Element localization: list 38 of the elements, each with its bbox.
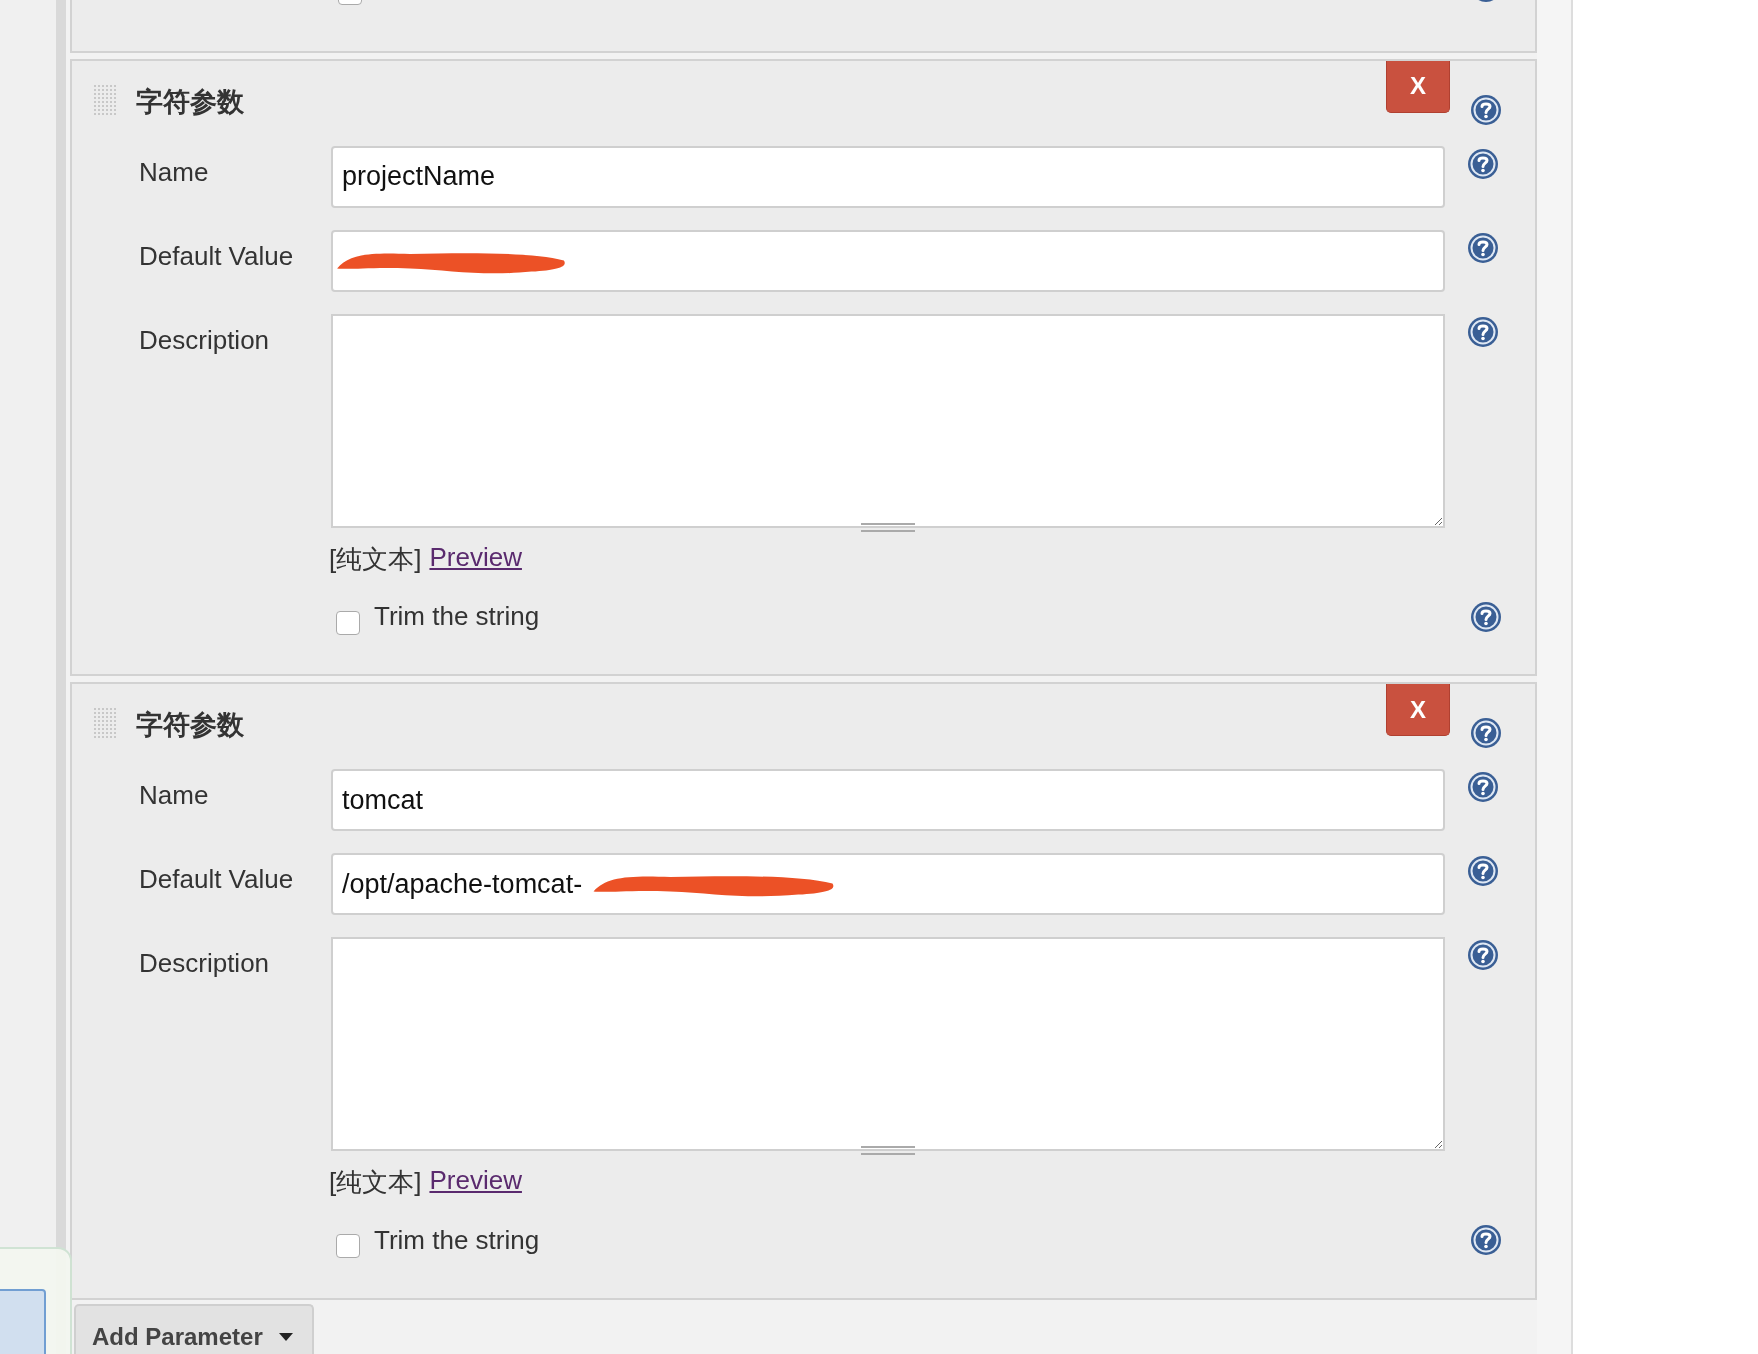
parameter-title: 字符参数 bbox=[136, 85, 244, 119]
help-icon[interactable] bbox=[1467, 771, 1499, 804]
format-label: [纯文本] bbox=[329, 542, 422, 576]
checkbox[interactable] bbox=[336, 610, 360, 635]
help-icon[interactable] bbox=[1467, 147, 1499, 180]
checkbox-label: Trim the string bbox=[374, 1224, 540, 1256]
checkbox[interactable] bbox=[336, 1234, 360, 1259]
help-icon[interactable] bbox=[1467, 939, 1499, 972]
format-label: [纯文本] bbox=[329, 1166, 422, 1200]
field-label: Description bbox=[138, 947, 271, 980]
delete-button[interactable]: X bbox=[1386, 684, 1450, 737]
caret-icon bbox=[278, 1333, 293, 1341]
field-label: Name bbox=[138, 779, 210, 812]
help-icon[interactable] bbox=[1470, 1224, 1502, 1257]
help-icon[interactable] bbox=[1467, 315, 1499, 348]
field-label: Description bbox=[138, 323, 271, 356]
parameter-title: 字符参数 bbox=[136, 709, 244, 743]
help-icon[interactable] bbox=[1470, 600, 1502, 633]
checkbox-label: Trim the string bbox=[374, 601, 540, 633]
preview-link[interactable]: Preview bbox=[429, 541, 522, 577]
description-field[interactable] bbox=[331, 937, 1445, 1152]
field-label: Name bbox=[138, 155, 210, 188]
input-field[interactable]: tomcat bbox=[331, 769, 1445, 832]
delete-button[interactable]: X bbox=[1386, 60, 1450, 113]
input-field[interactable] bbox=[331, 229, 1445, 292]
input-field[interactable]: /opt/apache-tomcat- bbox=[331, 853, 1445, 916]
help-icon[interactable] bbox=[1470, 717, 1502, 750]
help-icon[interactable] bbox=[1467, 855, 1499, 888]
add-parameter-button[interactable]: Add Parameter bbox=[74, 1304, 314, 1354]
input-field[interactable]: projectName bbox=[331, 145, 1445, 208]
help-icon[interactable] bbox=[1467, 231, 1499, 264]
help-icon[interactable] bbox=[1470, 93, 1502, 126]
description-field[interactable] bbox=[331, 313, 1445, 528]
preview-link[interactable]: Preview bbox=[429, 1165, 522, 1201]
field-label: Default Value bbox=[138, 863, 295, 896]
drag-handle-icon[interactable] bbox=[94, 708, 118, 741]
field-label: Default Value bbox=[138, 239, 295, 272]
drag-handle-icon[interactable] bbox=[94, 84, 118, 117]
